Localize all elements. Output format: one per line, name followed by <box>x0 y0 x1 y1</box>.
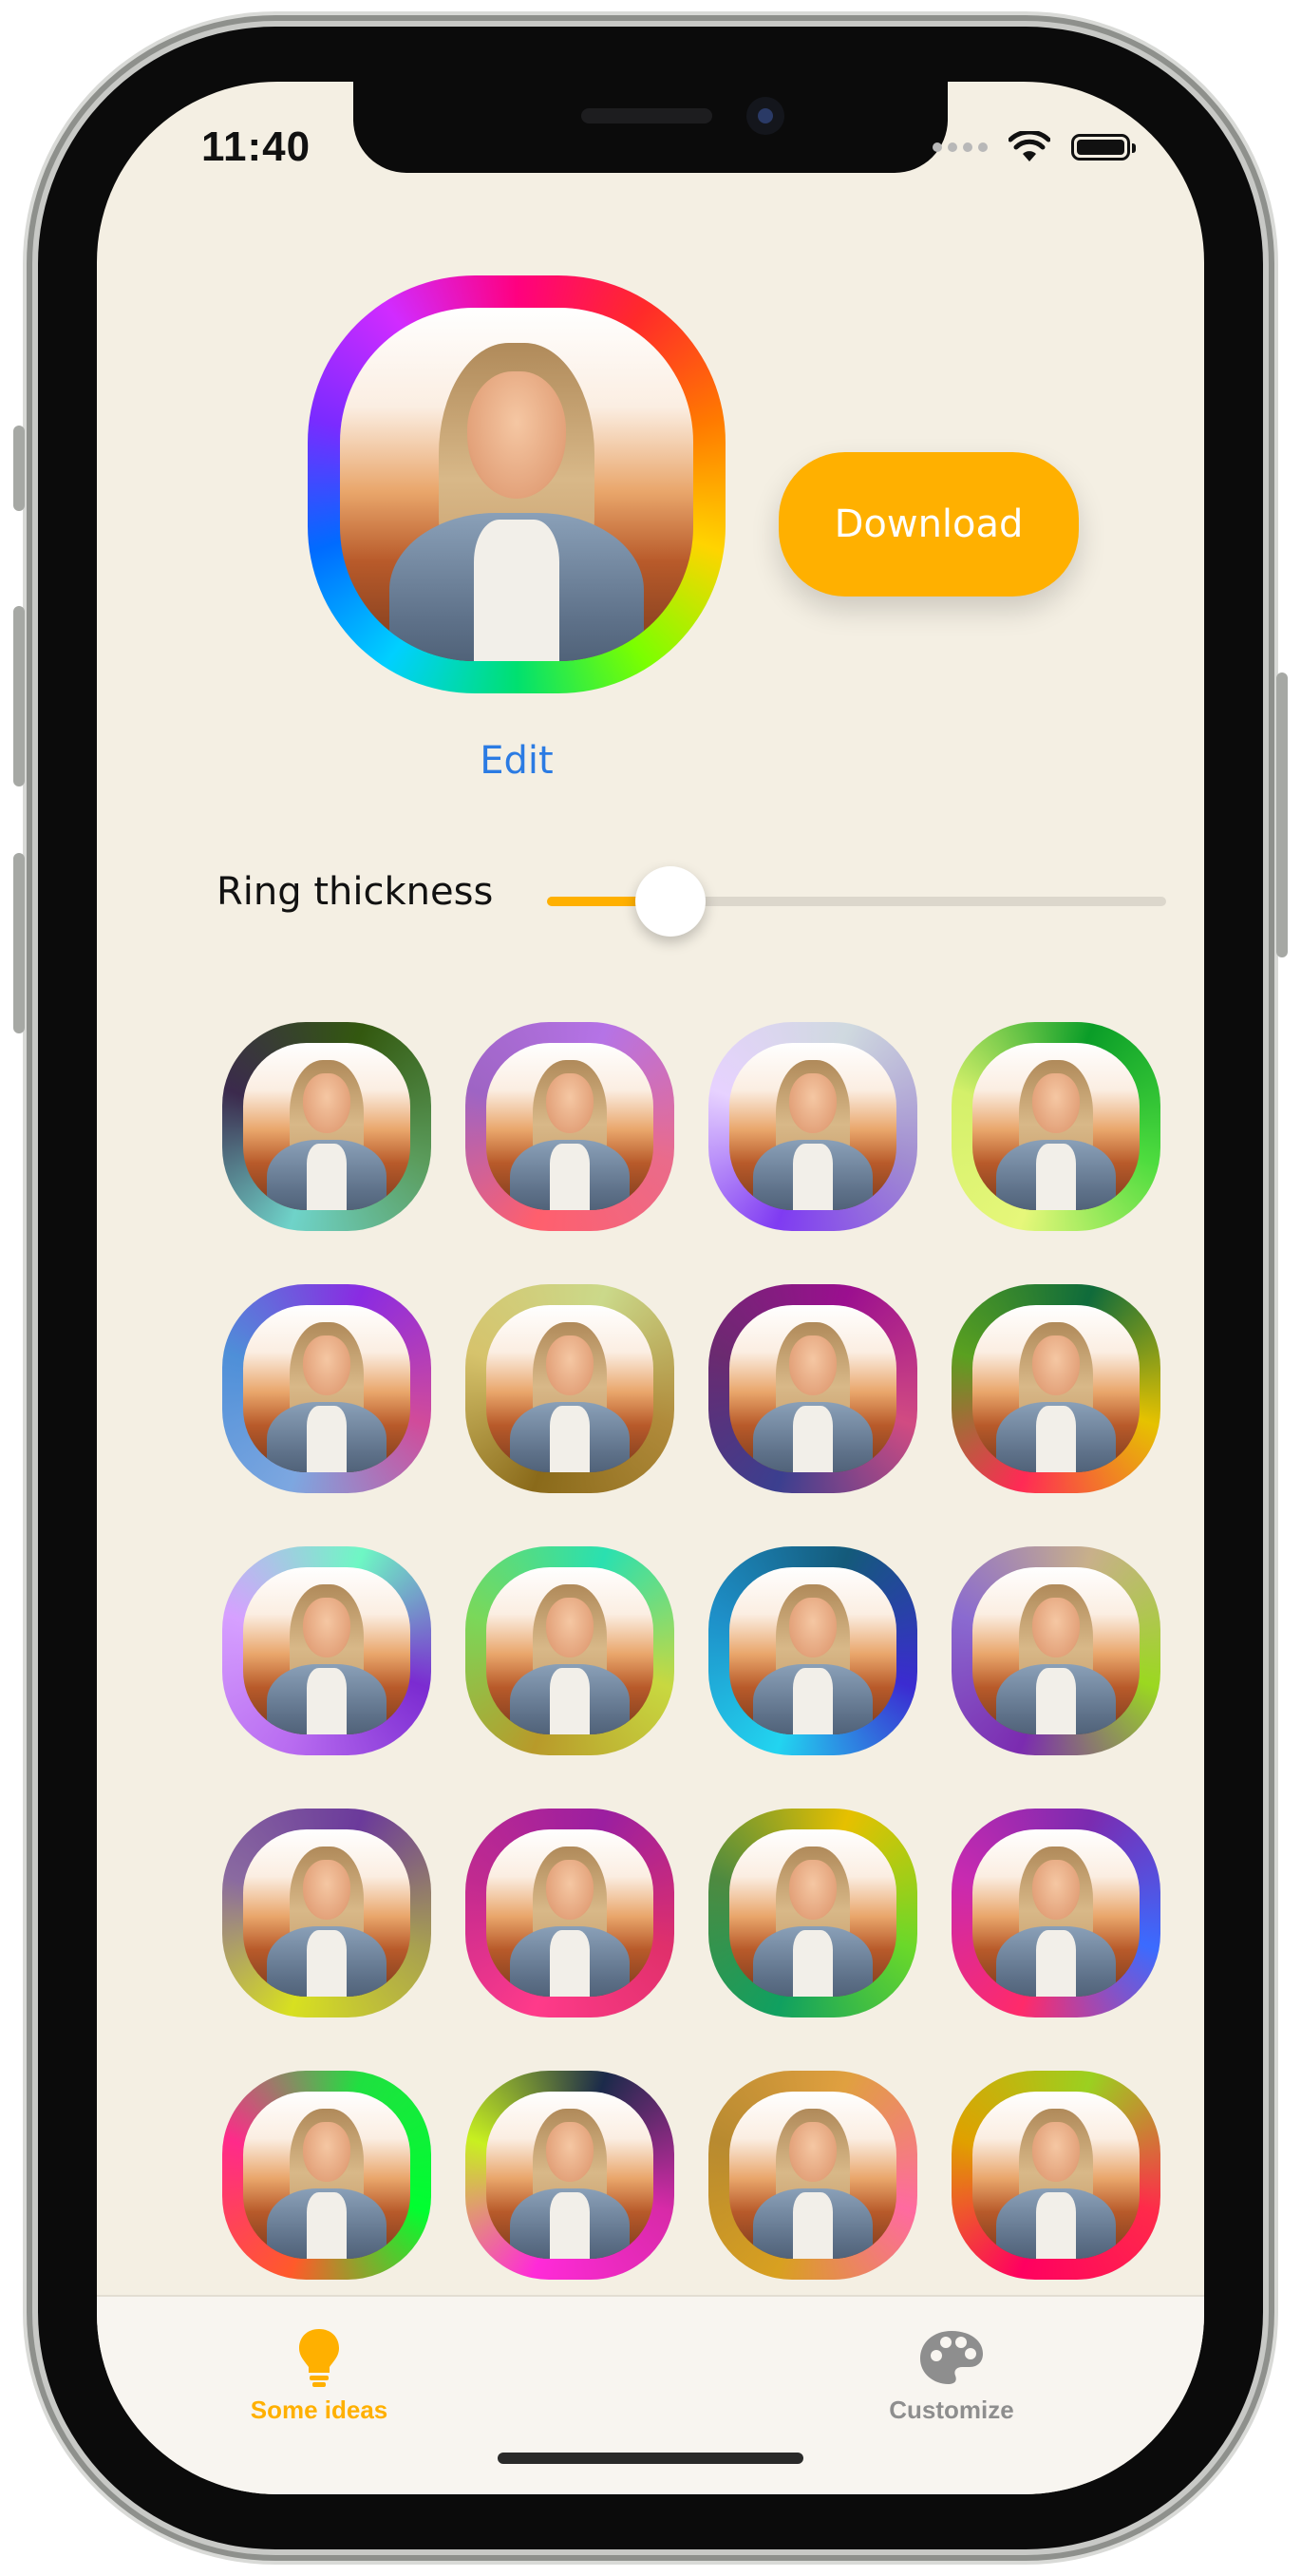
ring-idea-photo <box>729 1829 896 1997</box>
earpiece-speaker <box>581 108 712 123</box>
avatar-preview-ring <box>308 275 726 693</box>
phone-frame: 11:40 Download Edit Ring thickness Some … <box>13 27 1288 2549</box>
tab-customize[interactable]: Customize <box>828 2327 1075 2425</box>
download-button[interactable]: Download <box>779 452 1079 597</box>
ring-idea-photo <box>729 1305 896 1472</box>
ring-idea-photo <box>243 1567 410 1734</box>
ring-idea-17[interactable] <box>222 2071 431 2280</box>
ring-idea-photo <box>243 1829 410 1997</box>
home-indicator <box>498 2453 803 2464</box>
power-button <box>1276 672 1288 957</box>
ring-idea-2[interactable] <box>465 1022 674 1231</box>
tab-some-ideas[interactable]: Some ideas <box>196 2327 443 2425</box>
app-screen: 11:40 Download Edit Ring thickness Some … <box>97 82 1204 2494</box>
front-camera <box>746 97 784 135</box>
ring-idea-photo <box>972 1829 1140 1997</box>
ring-idea-photo <box>972 1043 1140 1210</box>
avatar-photo <box>340 308 693 661</box>
tab-bar: Some ideas Customize <box>97 2295 1204 2494</box>
cellular-signal-icon <box>933 142 988 152</box>
palette-icon <box>920 2331 983 2384</box>
silent-switch <box>13 426 25 511</box>
ring-idea-20[interactable] <box>952 2071 1160 2280</box>
ring-idea-photo <box>972 1567 1140 1734</box>
ring-idea-10[interactable] <box>465 1546 674 1755</box>
ring-idea-photo <box>486 1829 653 1997</box>
battery-icon <box>1071 134 1136 161</box>
ring-idea-3[interactable] <box>708 1022 917 1231</box>
ring-idea-photo <box>486 1567 653 1734</box>
ring-idea-photo <box>486 2092 653 2259</box>
ring-idea-7[interactable] <box>708 1284 917 1493</box>
edit-photo-link[interactable]: Edit <box>422 739 612 783</box>
ring-idea-15[interactable] <box>708 1809 917 2017</box>
ring-idea-photo <box>243 2092 410 2259</box>
ring-idea-16[interactable] <box>952 1809 1160 2017</box>
ring-ideas-grid <box>222 1022 1160 2280</box>
status-time: 11:40 <box>201 123 311 170</box>
ring-idea-9[interactable] <box>222 1546 431 1755</box>
tab-customize-label: Customize <box>889 2396 1014 2424</box>
status-indicators <box>933 131 1136 163</box>
lightbulb-icon <box>299 2329 339 2387</box>
ring-idea-11[interactable] <box>708 1546 917 1755</box>
ring-idea-photo <box>972 2092 1140 2259</box>
tab-some-ideas-label: Some ideas <box>250 2396 388 2424</box>
notch <box>353 82 948 173</box>
wifi-icon <box>1009 131 1050 161</box>
ring-idea-photo <box>243 1043 410 1210</box>
ring-idea-6[interactable] <box>465 1284 674 1493</box>
ring-idea-photo <box>729 1567 896 1734</box>
volume-down-button <box>13 853 25 1033</box>
ring-thickness-label: Ring thickness <box>217 870 494 914</box>
ring-idea-photo <box>486 1305 653 1472</box>
ring-idea-photo <box>729 1043 896 1210</box>
ring-idea-5[interactable] <box>222 1284 431 1493</box>
ring-idea-photo <box>486 1043 653 1210</box>
ring-idea-photo <box>243 1305 410 1472</box>
ring-idea-19[interactable] <box>708 2071 917 2280</box>
ring-idea-18[interactable] <box>465 2071 674 2280</box>
ring-idea-13[interactable] <box>222 1809 431 2017</box>
ring-idea-14[interactable] <box>465 1809 674 2017</box>
ring-idea-8[interactable] <box>952 1284 1160 1493</box>
ring-idea-photo <box>729 2092 896 2259</box>
volume-up-button <box>13 606 25 786</box>
ring-idea-4[interactable] <box>952 1022 1160 1231</box>
ring-idea-1[interactable] <box>222 1022 431 1231</box>
slider-thumb[interactable] <box>635 866 707 937</box>
ring-idea-12[interactable] <box>952 1546 1160 1755</box>
ring-idea-photo <box>972 1305 1140 1472</box>
